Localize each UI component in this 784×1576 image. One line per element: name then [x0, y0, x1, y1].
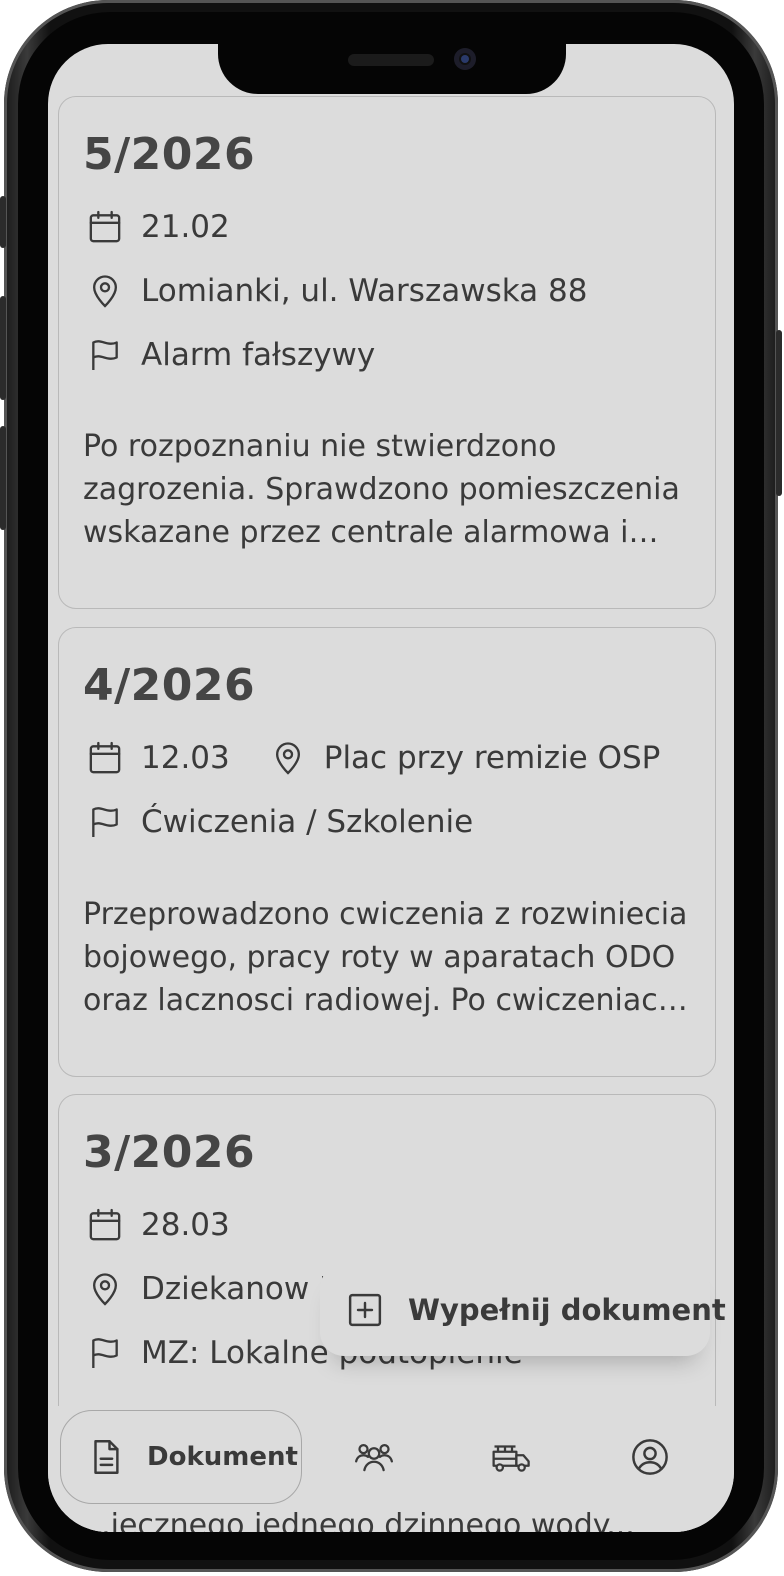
fire-truck-icon [491, 1436, 533, 1478]
type-row: Ćwiczenia / Szkolenie [83, 800, 509, 844]
document-card[interactable]: 4/2026 12.03 Plac przy remizie OSP Ćwicz… [58, 627, 716, 1077]
date-text: 28.03 [141, 1207, 230, 1243]
nav-tab-document[interactable]: Dokument [60, 1410, 302, 1504]
document-number: 4/2026 [83, 660, 256, 711]
users-icon [353, 1436, 395, 1478]
nav-tab-vehicles[interactable] [476, 1410, 548, 1504]
nav-tab-document-label: Dokument [147, 1442, 298, 1472]
document-description: Przeprowadzono cwiczenia z rozwiniecia b… [83, 897, 688, 1018]
type-text: Alarm fałszywy [141, 337, 376, 373]
calendar-icon [83, 1203, 127, 1247]
date-row: 21.02 [83, 205, 266, 249]
calendar-icon [83, 205, 127, 249]
fill-document-label: Wypełnij dokument [408, 1293, 726, 1327]
mute-switch [0, 196, 6, 248]
front-camera [454, 48, 476, 70]
flag-icon [83, 333, 127, 377]
document-number: 5/2026 [83, 129, 256, 180]
location-pin-icon [83, 1267, 127, 1311]
power-button [776, 330, 782, 496]
speaker-grille [348, 54, 434, 66]
scrolled-content-peek: ...iecznego jednego dzinnego wody... [82, 1508, 635, 1532]
app-screen: 5/2026 21.02 Lomianki, ul. Warszawska 88 [48, 44, 734, 1532]
location-text: Dziekanow ' [141, 1271, 328, 1307]
nav-tab-profile[interactable] [614, 1410, 686, 1504]
user-profile-icon [629, 1436, 671, 1478]
date-text: 12.03 [141, 740, 230, 776]
type-text: Ćwiczenia / Szkolenie [141, 804, 474, 840]
location-text: Lomianki, ul. Warszawska 88 [141, 273, 588, 309]
location-pin-icon [83, 269, 127, 313]
date-text: 21.02 [141, 209, 230, 245]
type-row: Alarm fałszywy [83, 333, 411, 377]
location-pin-icon [266, 736, 310, 780]
document-card[interactable]: 5/2026 21.02 Lomianki, ul. Warszawska 88 [58, 96, 716, 609]
location-text: Plac przy remizie OSP [323, 740, 661, 776]
calendar-icon [83, 736, 127, 780]
volume-down-button [0, 426, 6, 530]
fill-document-button[interactable]: Wypełnij dokument [320, 1264, 726, 1356]
volume-up-button [0, 296, 6, 400]
document-description: Po rozpoznaniu nie stwierdzono zagrozeni… [83, 429, 680, 550]
document-icon [85, 1436, 127, 1478]
location-row: Lomianki, ul. Warszawska 88 [83, 269, 623, 313]
flag-icon [83, 1331, 127, 1375]
nav-tab-users[interactable] [338, 1410, 410, 1504]
date-row: 28.03 [83, 1203, 266, 1247]
plus-square-icon [344, 1289, 386, 1331]
notch [218, 44, 566, 94]
document-number: 3/2026 [83, 1127, 256, 1178]
flag-icon [83, 800, 127, 844]
date-location-row: 12.03 Plac przy remizie OSP [83, 736, 696, 780]
